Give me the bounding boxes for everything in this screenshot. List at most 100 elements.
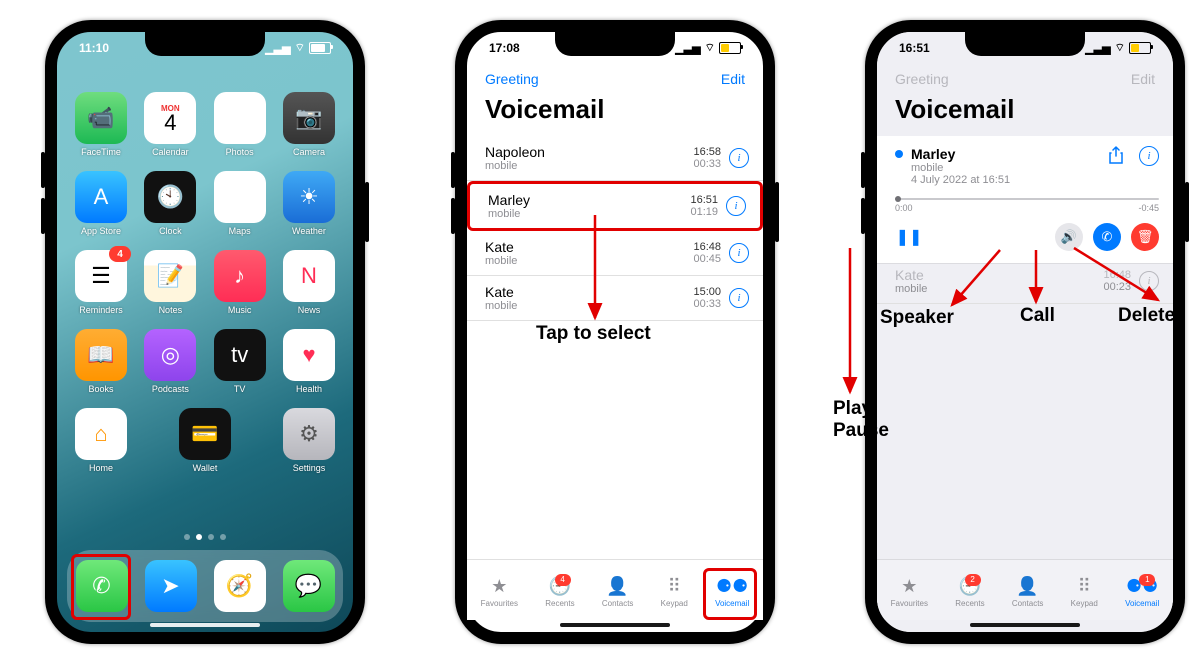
edit-button[interactable]: Edit — [1131, 71, 1155, 87]
notification-badge: 4 — [109, 246, 131, 262]
wifi-icon: ⌔ — [295, 41, 305, 55]
annotation-pause: Pause — [833, 420, 889, 442]
voicemail-row[interactable]: Kate mobile 16:48 00:23 i — [877, 259, 1173, 304]
info-button[interactable]: i — [1139, 146, 1159, 166]
tab-keypad[interactable]: ⠿Keypad — [1071, 577, 1098, 608]
greeting-button[interactable]: Greeting — [485, 71, 539, 87]
tab-label: Voicemail — [1125, 599, 1159, 608]
page-indicator[interactable] — [57, 534, 353, 540]
call-back-button[interactable]: ✆ — [1093, 223, 1121, 251]
tab-recents[interactable]: 🕘Recents4 — [545, 577, 574, 608]
share-button[interactable] — [1107, 146, 1125, 164]
battery-icon — [719, 42, 741, 54]
app-icon: MON4 — [144, 92, 196, 144]
app-facetime[interactable]: 📹FaceTime — [73, 92, 129, 157]
app-tv[interactable]: tvTV — [212, 329, 268, 394]
playback-progress[interactable]: 0:00-0:45 — [895, 198, 1159, 213]
wifi-icon: ⌔ — [705, 41, 715, 55]
app-news[interactable]: NNews — [281, 250, 337, 315]
voicemail-caller-name: Marley — [911, 146, 1010, 162]
volume-up-button[interactable] — [41, 152, 45, 188]
tab-voicemail[interactable]: ⚈⚈Voicemail1 — [1125, 577, 1159, 608]
info-button[interactable]: i — [1139, 271, 1159, 291]
power-button[interactable] — [365, 182, 369, 242]
unread-dot-icon — [895, 150, 903, 158]
app-label: Settings — [293, 463, 326, 473]
app-label: Books — [88, 384, 113, 394]
nav-bar: Greeting Edit — [467, 64, 763, 94]
annotation-play: Play — [833, 398, 872, 420]
home-indicator[interactable] — [150, 623, 260, 627]
app-settings[interactable]: ⚙Settings — [281, 408, 337, 473]
info-button[interactable]: i — [729, 288, 749, 308]
tab-favourites[interactable]: ★Favourites — [891, 577, 928, 608]
app-icon: ☰4 — [75, 250, 127, 302]
phone-notch — [965, 32, 1085, 56]
app-icon: 📖 — [75, 329, 127, 381]
voicemail-duration: 00:33 — [693, 158, 721, 170]
app-icon: ➤ — [214, 171, 266, 223]
edit-button[interactable]: Edit — [721, 71, 745, 87]
volume-up-button[interactable] — [861, 152, 865, 188]
dock-app-arrow[interactable]: ➤ — [145, 560, 197, 612]
home-indicator[interactable] — [560, 623, 670, 627]
voicemail-row[interactable]: Katemobile16:4800:45i — [467, 231, 763, 276]
dock-app-messages[interactable]: 💬 — [283, 560, 335, 612]
voicemail-row[interactable]: Marleymobile16:5101:19i — [467, 181, 763, 231]
app-wallet[interactable]: 💳Wallet — [177, 408, 233, 473]
app-maps[interactable]: ➤Maps — [212, 171, 268, 236]
app-label: Home — [89, 463, 113, 473]
greeting-button[interactable]: Greeting — [895, 71, 949, 87]
voicemail-caller-name: Marley — [488, 192, 682, 208]
app-podcasts[interactable]: ◎Podcasts — [142, 329, 198, 394]
app-app-store[interactable]: AApp Store — [73, 171, 129, 236]
app-camera[interactable]: 📷 Camera — [281, 92, 337, 157]
power-button[interactable] — [1185, 182, 1189, 242]
tab-favourites[interactable]: ★Favourites — [481, 577, 518, 608]
voicemail-caller-sub: mobile — [911, 162, 1010, 174]
speaker-button[interactable]: 🔊 — [1055, 223, 1083, 251]
home-indicator[interactable] — [970, 623, 1080, 627]
info-button[interactable]: i — [729, 148, 749, 168]
app-books[interactable]: 📖 Books — [73, 329, 129, 394]
volume-up-button[interactable] — [451, 152, 455, 188]
voicemail-caller-sub: mobile — [895, 283, 1095, 295]
app-label: Camera — [293, 147, 325, 157]
app-icon: ☀ — [283, 171, 335, 223]
info-button[interactable]: i — [729, 243, 749, 263]
volume-down-button[interactable] — [861, 198, 865, 234]
volume-down-button[interactable] — [41, 198, 45, 234]
phone-home-screen: 11:10 ▁▃▅ ⌔ 📹FaceTimeMON4Calendar✿Photos… — [45, 20, 365, 644]
app-home[interactable]: ⌂Home — [73, 408, 129, 473]
tab-contacts[interactable]: 👤Contacts — [602, 577, 634, 608]
app-clock[interactable]: 🕙Clock — [142, 171, 198, 236]
app-notes[interactable]: 📝Notes — [142, 250, 198, 315]
app-label: Photos — [226, 147, 254, 157]
info-button[interactable]: i — [726, 196, 746, 216]
app-photos[interactable]: ✿Photos — [212, 92, 268, 157]
voicemail-row[interactable]: Napoleonmobile16:5800:33i — [467, 136, 763, 181]
play-pause-button[interactable]: ❚❚ — [895, 223, 923, 251]
nav-bar: Greeting Edit — [877, 64, 1173, 94]
app-weather[interactable]: ☀Weather — [281, 171, 337, 236]
app-music[interactable]: ♪Music — [212, 250, 268, 315]
tab-recents[interactable]: 🕘Recents2 — [955, 577, 984, 608]
tab-icon: ⠿ — [1078, 577, 1091, 597]
power-button[interactable] — [775, 182, 779, 242]
app-health[interactable]: ♥Health — [281, 329, 337, 394]
app-reminders[interactable]: ☰4Reminders — [73, 250, 129, 315]
volume-down-button[interactable] — [451, 198, 455, 234]
app-calendar[interactable]: MON4Calendar — [142, 92, 198, 157]
app-icon: 📷 — [283, 92, 335, 144]
voicemail-time: 16:58 — [693, 146, 721, 158]
voicemail-date: 4 July 2022 at 16:51 — [911, 174, 1010, 186]
app-label: News — [298, 305, 321, 315]
voicemail-duration: 01:19 — [690, 206, 718, 218]
app-label: Podcasts — [152, 384, 189, 394]
delete-button[interactable]: 🗑 — [1131, 223, 1159, 251]
wifi-icon: ⌔ — [1115, 41, 1125, 55]
dock-app-safari[interactable]: 🧭 — [214, 560, 266, 612]
tab-contacts[interactable]: 👤Contacts — [1012, 577, 1044, 608]
voicemail-row[interactable]: Katemobile15:0000:33i — [467, 276, 763, 321]
tab-keypad[interactable]: ⠿Keypad — [661, 577, 688, 608]
